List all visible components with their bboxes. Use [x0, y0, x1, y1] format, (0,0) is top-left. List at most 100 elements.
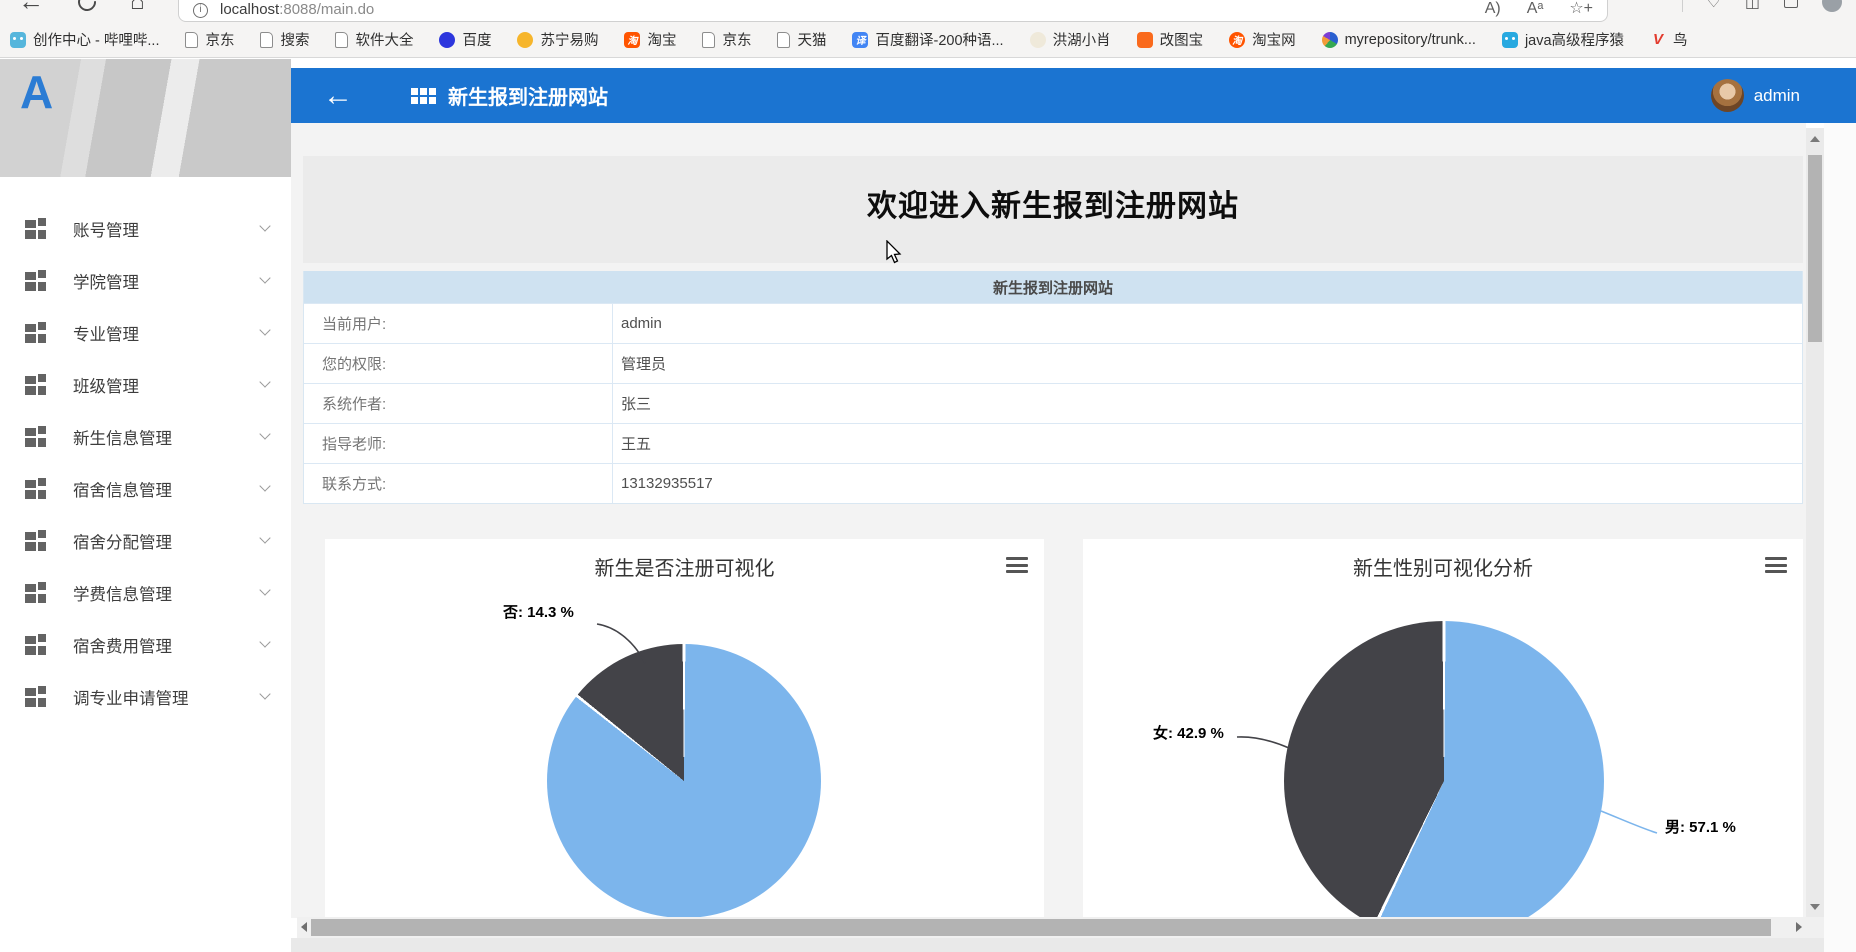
sidebar-item[interactable]: 新生信息管理 [0, 411, 291, 463]
chevron-down-icon[interactable] [259, 376, 271, 388]
bookmark-label: 百度翻译-200种语... [875, 33, 1004, 49]
bookmark-item[interactable]: java高级程序猿 [1501, 29, 1624, 50]
sidebar-item[interactable]: 调专业申请管理 [0, 671, 291, 723]
table-row: 指导老师: 王五 [304, 423, 1802, 463]
pie-connector [596, 623, 646, 664]
sidebar-item[interactable]: 专业管理 [0, 307, 291, 359]
bookmark-item[interactable]: 软件大全 [335, 29, 413, 50]
horizontal-scrollbar[interactable] [297, 917, 1806, 938]
chevron-down-icon[interactable] [259, 688, 271, 700]
read-aloud-icon[interactable]: A) [1485, 0, 1501, 18]
collections-icon[interactable] [1784, 0, 1798, 8]
chevron-down-icon[interactable] [259, 220, 271, 232]
url-text[interactable]: localhost:8088/main.do [220, 1, 374, 18]
page-icon [777, 31, 791, 48]
chart-title: 新生是否注册可视化 [594, 558, 775, 580]
chevron-down-icon[interactable] [259, 428, 271, 440]
pie-slice-label: 否: 14.3 % [503, 604, 574, 621]
text-size-icon[interactable]: Aᵃ [1527, 0, 1544, 18]
info-table: 新生报到注册网站 当前用户: admin 您的权限: 管理员 系统作者: 张三 指导老师: 王… [303, 271, 1803, 504]
chevron-down-icon[interactable] [259, 480, 271, 492]
bookmark-label: 京东 [722, 33, 752, 49]
grid-icon [25, 633, 46, 655]
avatar[interactable] [1710, 79, 1744, 112]
vertical-scrollbar[interactable] [1806, 128, 1824, 918]
sidebar-item[interactable]: 宿舍费用管理 [0, 619, 291, 671]
chart-menu-icon[interactable] [1765, 557, 1787, 573]
sidebar-item[interactable]: 宿舍信息管理 [0, 463, 291, 515]
user-menu[interactable]: admin [1710, 79, 1800, 112]
header-back-icon[interactable]: ← [323, 80, 353, 111]
bookmark-item[interactable]: 京东 [702, 29, 751, 50]
bookmark-item[interactable]: 改图宝 [1136, 29, 1203, 50]
bookmark-item[interactable]: 搜索 [260, 29, 309, 50]
pie-slice-label: 女: 42.9 % [1153, 725, 1224, 742]
row-value: 管理员 [621, 356, 667, 373]
chart-menu-icon[interactable] [1006, 557, 1028, 573]
bookmark-item[interactable]: 洪湖小肖 [1029, 29, 1111, 50]
chart-title: 新生性别可视化分析 [1353, 558, 1533, 580]
grid-menu-icon[interactable] [411, 87, 436, 104]
taobao-round-icon: 淘 [1229, 31, 1246, 48]
sidebar-item[interactable]: 班级管理 [0, 359, 291, 411]
grid-icon [25, 217, 46, 239]
back-icon[interactable]: ← [18, 0, 44, 17]
scroll-down-icon[interactable] [1810, 904, 1820, 910]
scroll-up-icon[interactable] [1810, 136, 1820, 142]
table-row: 您的权限: 管理员 [304, 343, 1802, 383]
bookmark-label: 创作中心 - 哔哩哔... [33, 33, 160, 49]
sidebar-item-label: 宿舍信息管理 [73, 482, 172, 500]
bookmark-item[interactable]: 京东 [185, 29, 234, 50]
sidebar-item[interactable]: 宿舍分配管理 [0, 515, 291, 567]
bookmark-item[interactable]: 淘淘宝 [624, 29, 676, 50]
content-viewport: 欢迎进入新生报到注册网站 新生报到注册网站 当前用户: admin 您的权限: 管理员… [291, 123, 1806, 918]
bilibili-tv-icon [10, 31, 26, 48]
bookmark-label: 京东 [205, 33, 235, 49]
row-label: 当前用户: [304, 304, 613, 343]
row-label: 系统作者: [304, 384, 613, 423]
home-icon[interactable]: ⌂ [130, 0, 145, 16]
bookmark-item[interactable]: 创作中心 - 哔哩哔... [10, 29, 159, 50]
pie-gender[interactable] [1284, 621, 1604, 918]
repo-globe-icon [1321, 31, 1338, 48]
bookmark-item[interactable]: 百度 [439, 29, 491, 50]
chevron-down-icon[interactable] [259, 532, 271, 544]
sidebar-item-label: 调专业申请管理 [73, 690, 189, 708]
sidebar-item[interactable]: 账号管理 [0, 203, 291, 255]
browser-toolbar: ← ⌂ i localhost:8088/main.do A) Aᵃ ☆+ ♡ … [0, 0, 1856, 22]
charts-row: 新生是否注册可视化 否: 14.3 % 新生性别可视化分析 男: 57.1 % … [325, 539, 1803, 918]
pie-registration[interactable] [547, 644, 821, 918]
chart-registration: 新生是否注册可视化 否: 14.3 % [325, 539, 1044, 918]
favorite-add-icon[interactable]: ☆+ [1569, 0, 1593, 18]
bookmark-label: 软件大全 [355, 33, 414, 49]
chevron-down-icon[interactable] [259, 324, 271, 336]
site-info-icon[interactable]: i [193, 3, 208, 18]
chevron-down-icon[interactable] [259, 584, 271, 596]
chevron-down-icon[interactable] [259, 636, 271, 648]
page-icon [702, 31, 716, 48]
bookmark-item[interactable]: 天猫 [777, 29, 826, 50]
split-screen-icon[interactable]: ◫ [1745, 0, 1760, 12]
info-table-header: 新生报到注册网站 [304, 271, 1802, 303]
profile-icon[interactable] [1822, 0, 1842, 12]
scroll-right-icon[interactable] [1796, 922, 1802, 932]
bookmark-item[interactable]: 苏宁易购 [517, 29, 598, 50]
scroll-left-icon[interactable] [301, 922, 307, 932]
main-area: ← 新生报到注册网站 admin 欢迎进入新生报到注册网站 新生报到注册网站 当… [291, 59, 1856, 952]
browser-essentials-icon[interactable]: ♡ [1707, 0, 1721, 12]
horizontal-scrollbar-thumb[interactable] [311, 919, 1771, 936]
bookmark-item[interactable]: 译百度翻译-200种语... [852, 29, 1004, 50]
vertical-scrollbar-thumb[interactable] [1808, 155, 1822, 342]
bookmarks-bar: 创作中心 - 哔哩哔... 京东 搜索 软件大全 百度 苏宁易购 淘淘宝 京东 天猫 译百度翻译-… [0, 22, 1856, 58]
bookmark-item[interactable]: 淘淘宝网 [1229, 29, 1296, 50]
bookmark-item[interactable]: V鸟 [1650, 29, 1688, 50]
chevron-down-icon[interactable] [259, 272, 271, 284]
bookmark-label: 淘宝网 [1252, 33, 1296, 49]
red-bird-icon: V [1653, 31, 1664, 48]
address-bar[interactable]: i localhost:8088/main.do A) Aᵃ ☆+ [178, 0, 1608, 22]
sidebar-item[interactable]: 学院管理 [0, 255, 291, 307]
sidebar-item[interactable]: 学费信息管理 [0, 567, 291, 619]
reload-icon[interactable] [74, 0, 100, 15]
grid-icon [25, 373, 46, 395]
bookmark-item[interactable]: myrepository/trunk... [1321, 31, 1476, 48]
